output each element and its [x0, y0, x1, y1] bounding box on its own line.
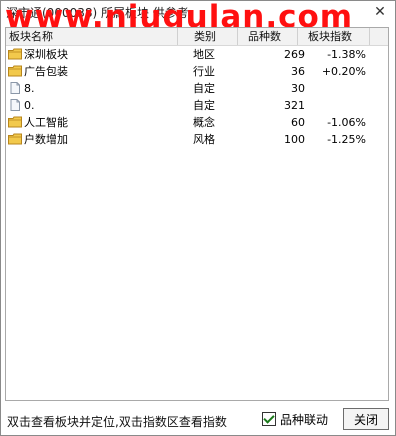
row-name-cell: 深圳板块 — [8, 46, 178, 63]
folder-icon — [8, 133, 22, 145]
row-count: 321 — [284, 99, 305, 112]
folder-icon — [8, 116, 22, 128]
close-icon[interactable]: ✕ — [371, 3, 389, 21]
row-index — [306, 97, 366, 114]
title-bar[interactable]: 深市通(000038) 所属板块 供参考 www.niugulan.com ✕ — [1, 0, 395, 35]
row-name: 8. — [24, 82, 35, 95]
list-item[interactable]: 人工智能 概念 60 -1.06% — [6, 114, 388, 131]
sector-list[interactable]: 板块名称 类别 品种数 板块指数 深圳板块 地区 269 -1.38% 广告包装 行业 36… — [5, 27, 389, 401]
row-name-cell: 人工智能 — [8, 114, 178, 131]
row-name: 人工智能 — [24, 116, 68, 129]
row-name: 0. — [24, 99, 35, 112]
document-icon — [8, 82, 22, 94]
row-name-cell: 广告包装 — [8, 63, 178, 80]
col-header-type[interactable]: 类别 — [178, 28, 238, 45]
list-item[interactable]: 8. 自定 30 — [6, 80, 388, 97]
checkbox-label: 品种联动 — [280, 413, 329, 427]
col-header-name[interactable]: 板块名称 — [6, 28, 178, 45]
row-name-cell: 8. — [8, 80, 178, 97]
row-name-cell: 户数增加 — [8, 131, 178, 148]
list-item[interactable]: 深圳板块 地区 269 -1.38% — [6, 46, 388, 63]
row-index: -1.38% — [327, 48, 366, 61]
row-type: 地区 — [193, 48, 215, 61]
row-count: 30 — [291, 82, 305, 95]
list-header: 板块名称 类别 品种数 板块指数 — [6, 28, 388, 46]
row-index: -1.06% — [327, 116, 366, 129]
row-name: 广告包装 — [24, 65, 68, 78]
row-index — [306, 80, 366, 97]
checkbox-checked-icon[interactable] — [262, 412, 276, 426]
list-item[interactable]: 广告包装 行业 36 +0.20% — [6, 63, 388, 80]
list-item[interactable]: 0. 自定 321 — [6, 97, 388, 114]
row-type: 自定 — [193, 82, 215, 95]
col-header-count[interactable]: 品种数 — [238, 28, 298, 45]
row-type: 概念 — [193, 116, 215, 129]
row-count: 269 — [284, 48, 305, 61]
close-button[interactable]: 关闭 — [343, 408, 389, 430]
folder-icon — [8, 48, 22, 60]
folder-icon — [8, 65, 22, 77]
status-text: 双击查看板块并定位,双击指数区查看指数 — [7, 415, 227, 429]
row-name: 深圳板块 — [24, 48, 68, 61]
col-header-index[interactable]: 板块指数 — [298, 28, 370, 45]
row-count: 100 — [284, 133, 305, 146]
row-index: +0.20% — [321, 65, 366, 78]
row-type: 自定 — [193, 99, 215, 112]
row-count: 60 — [291, 116, 305, 129]
dialog-window: 深市通(000038) 所属板块 供参考 www.niugulan.com ✕ … — [0, 0, 396, 436]
row-count: 36 — [291, 65, 305, 78]
document-icon — [8, 99, 22, 111]
row-index: -1.25% — [327, 133, 366, 146]
row-type: 行业 — [193, 65, 215, 78]
row-type: 风格 — [193, 133, 215, 146]
row-name-cell: 0. — [8, 97, 178, 114]
link-checkbox[interactable]: 品种联动 — [262, 411, 328, 427]
row-name: 户数增加 — [24, 133, 68, 146]
list-item[interactable]: 户数增加 风格 100 -1.25% — [6, 131, 388, 148]
